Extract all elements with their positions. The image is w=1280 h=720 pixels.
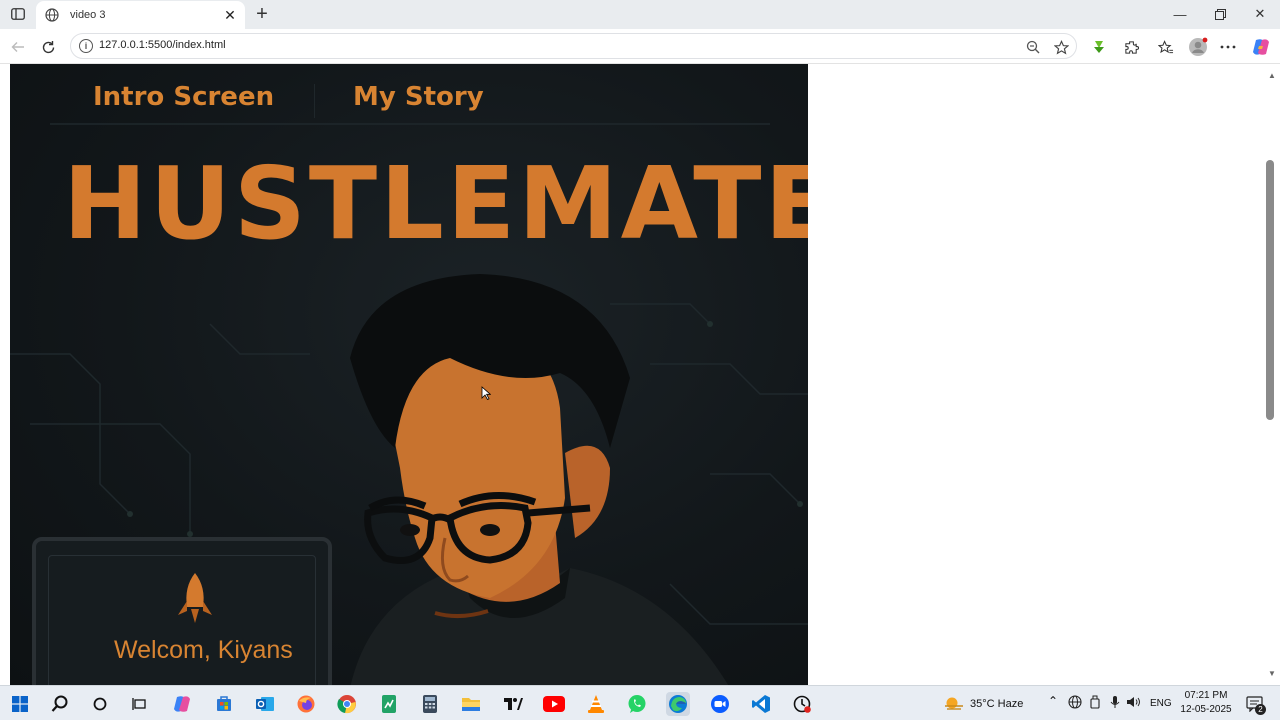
welcome-message: Welcom, Kiyans	[114, 636, 293, 664]
vscode-icon[interactable]	[749, 692, 773, 716]
character-illustration	[350, 274, 729, 685]
scrollbar-thumb[interactable]	[1266, 160, 1274, 420]
notification-count-badge: 2	[1255, 704, 1266, 715]
chrome-icon[interactable]	[335, 692, 359, 716]
rocket-icon	[178, 573, 212, 623]
sheets-app-icon[interactable]	[377, 692, 401, 716]
weather-text[interactable]: 35°C Haze	[970, 698, 1023, 710]
usb-device-icon[interactable]	[1086, 693, 1104, 711]
nav-intro-screen[interactable]: Intro Screen	[93, 82, 274, 112]
weather-haze-icon	[942, 692, 966, 716]
address-bar[interactable]: i 127.0.0.1:5500/index.html	[70, 33, 1077, 59]
back-icon[interactable]	[8, 37, 28, 57]
browser-titlebar: video 3 ✕ + — ✕	[0, 0, 1280, 29]
url-text: 127.0.0.1:5500/index.html	[99, 39, 226, 51]
new-tab-button[interactable]: +	[252, 3, 272, 25]
tab-title: video 3	[70, 9, 106, 21]
clock-time: 07:21 PM	[1184, 690, 1228, 701]
clock-date: 12-05-2025	[1180, 704, 1232, 715]
show-hidden-icons-icon[interactable]: ⌃	[1048, 694, 1058, 708]
zoom-out-icon[interactable]	[1023, 37, 1043, 57]
store-icon[interactable]	[212, 692, 236, 716]
restore-icon[interactable]	[1208, 4, 1232, 24]
download-extension-icon[interactable]	[1088, 36, 1110, 58]
volume-icon[interactable]	[1125, 693, 1143, 711]
firefox-icon[interactable]	[294, 692, 318, 716]
site-info-icon[interactable]: i	[79, 39, 93, 53]
screen-recorder-icon[interactable]	[790, 692, 814, 716]
calculator-icon[interactable]	[418, 692, 442, 716]
close-tab-icon[interactable]: ✕	[221, 6, 239, 24]
refresh-icon[interactable]	[38, 37, 58, 57]
file-explorer-icon[interactable]	[459, 692, 483, 716]
copilot-app-icon[interactable]	[170, 692, 194, 716]
globe-icon	[44, 7, 60, 23]
network-globe-icon[interactable]	[1066, 693, 1084, 711]
scroll-down-arrow-icon[interactable]: ▼	[1265, 668, 1279, 678]
whatsapp-icon[interactable]	[625, 692, 649, 716]
nav-divider	[314, 84, 315, 118]
tab-video-3[interactable]: video 3 ✕	[36, 1, 245, 29]
sidebar-toggle-icon[interactable]	[8, 5, 28, 23]
task-view-icon[interactable]	[128, 692, 152, 716]
profile-avatar-icon[interactable]	[1187, 36, 1209, 58]
mouse-cursor-icon	[481, 386, 491, 400]
language-indicator[interactable]: ENG	[1150, 698, 1172, 709]
tradingview-icon[interactable]	[501, 692, 525, 716]
zoom-app-icon[interactable]	[708, 692, 732, 716]
search-icon[interactable]	[48, 692, 72, 716]
windows-start-icon[interactable]	[8, 692, 32, 716]
extensions-icon[interactable]	[1120, 36, 1142, 58]
copilot-icon[interactable]	[1250, 36, 1272, 58]
minimize-icon[interactable]: —	[1168, 4, 1192, 24]
close-window-icon[interactable]: ✕	[1248, 4, 1272, 24]
outlook-icon[interactable]	[253, 692, 277, 716]
scroll-up-arrow-icon[interactable]: ▲	[1265, 70, 1279, 80]
brand-title: HUSTLEMATE	[63, 145, 808, 262]
page-viewport: Intro Screen My Story HUSTLEMATE Welcom,…	[0, 64, 1280, 685]
nav-my-story[interactable]: My Story	[353, 82, 484, 112]
vlc-icon[interactable]	[584, 692, 608, 716]
more-options-icon[interactable]	[1217, 36, 1239, 58]
favorite-star-icon[interactable]	[1051, 37, 1071, 57]
notifications-icon[interactable]: 2	[1243, 692, 1267, 716]
taskbar-clock[interactable]: 07:21 PM 12-05-2025	[1178, 689, 1234, 717]
browser-toolbar: i 127.0.0.1:5500/index.html	[0, 29, 1280, 64]
cortana-icon[interactable]	[88, 692, 112, 716]
windows-taskbar: 35°C Haze ⌃ ENG 07:21 PM 12-05-2025 2	[0, 685, 1280, 720]
edge-icon[interactable]	[666, 692, 690, 716]
hero-section: Intro Screen My Story HUSTLEMATE Welcom,…	[10, 64, 808, 685]
youtube-icon[interactable]	[542, 692, 566, 716]
microphone-icon[interactable]	[1106, 693, 1124, 711]
favorites-icon[interactable]	[1155, 36, 1177, 58]
